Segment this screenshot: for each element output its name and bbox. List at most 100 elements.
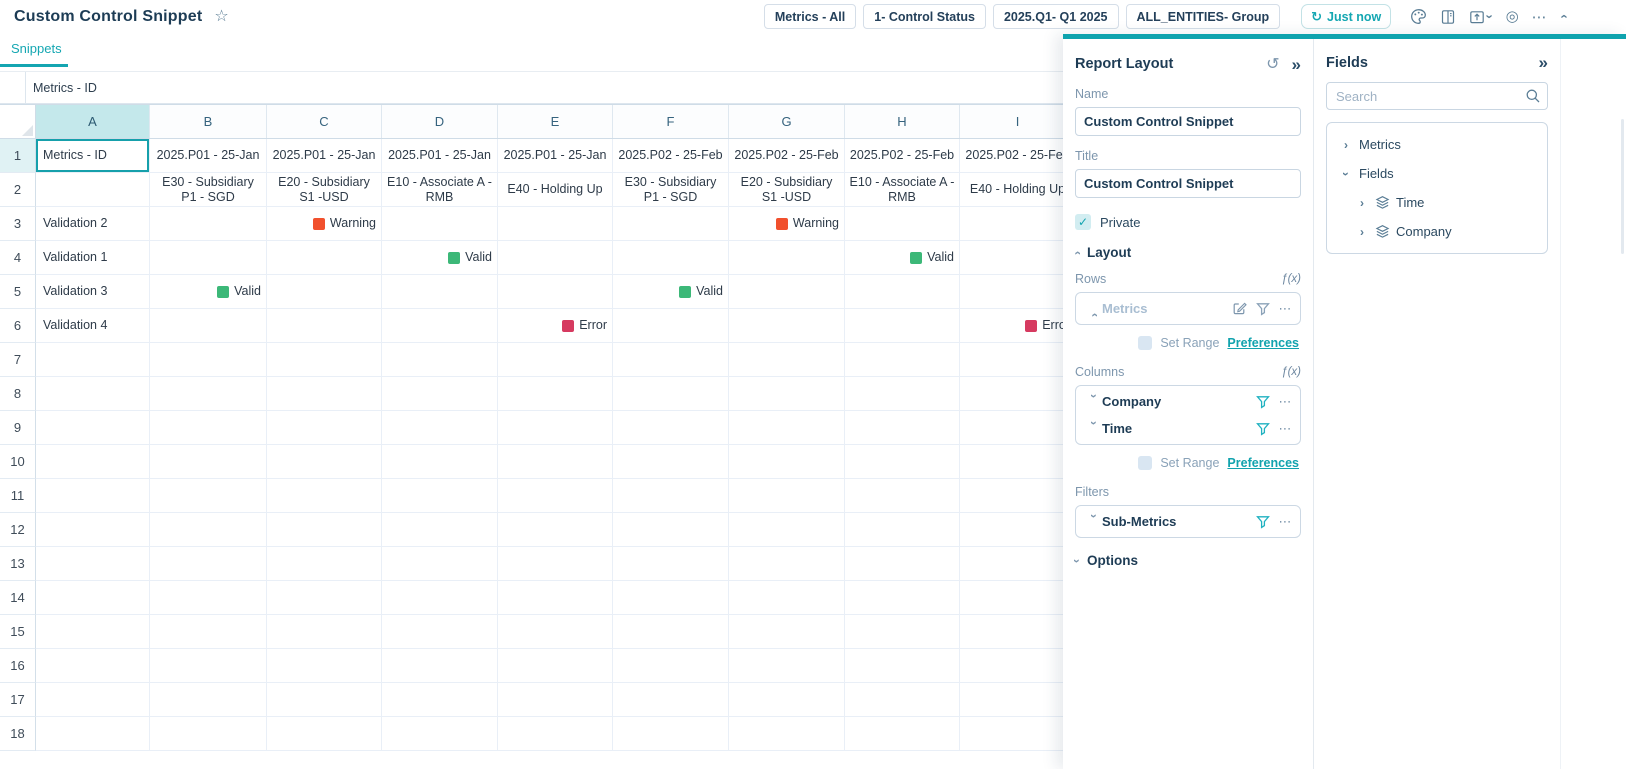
cell-D16[interactable] xyxy=(382,649,498,683)
column-header-I[interactable]: I xyxy=(960,105,1076,138)
cell-B3[interactable] xyxy=(150,207,267,241)
cell-F13[interactable] xyxy=(613,547,729,581)
row-header-18[interactable]: 18 xyxy=(0,717,36,751)
refresh-button[interactable]: ↻ Just now xyxy=(1301,4,1391,29)
cell-I7[interactable] xyxy=(960,343,1076,377)
field-more-icon[interactable]: ⋯ xyxy=(1279,301,1293,317)
cell-H14[interactable] xyxy=(845,581,960,615)
cell-A4[interactable]: Validation 1 xyxy=(36,241,150,275)
cell-G7[interactable] xyxy=(729,343,845,377)
cell-A13[interactable] xyxy=(36,547,150,581)
column-header-G[interactable]: G xyxy=(729,105,845,138)
row-header-2[interactable]: 2 xyxy=(0,173,36,207)
cell-H10[interactable] xyxy=(845,445,960,479)
cell-H6[interactable] xyxy=(845,309,960,343)
cell-B6[interactable] xyxy=(150,309,267,343)
cell-G12[interactable] xyxy=(729,513,845,547)
cell-H7[interactable] xyxy=(845,343,960,377)
cell-H15[interactable] xyxy=(845,615,960,649)
cell-H16[interactable] xyxy=(845,649,960,683)
theme-palette-icon[interactable] xyxy=(1410,8,1427,25)
cell-B17[interactable] xyxy=(150,683,267,717)
cell-B8[interactable] xyxy=(150,377,267,411)
cell-G11[interactable] xyxy=(729,479,845,513)
cell-I14[interactable] xyxy=(960,581,1076,615)
cell-H4[interactable]: Valid xyxy=(845,241,960,275)
cell-H8[interactable] xyxy=(845,377,960,411)
cell-E15[interactable] xyxy=(498,615,613,649)
cell-D2[interactable]: E10 - Associate A - RMB xyxy=(382,173,498,207)
cell-F14[interactable] xyxy=(613,581,729,615)
column-header-B[interactable]: B xyxy=(150,105,267,138)
cell-A6[interactable]: Validation 4 xyxy=(36,309,150,343)
cell-C10[interactable] xyxy=(267,445,382,479)
name-box[interactable] xyxy=(0,72,26,103)
cell-G16[interactable] xyxy=(729,649,845,683)
cell-H13[interactable] xyxy=(845,547,960,581)
row-header-16[interactable]: 16 xyxy=(0,649,36,683)
cell-E16[interactable] xyxy=(498,649,613,683)
edit-icon[interactable] xyxy=(1232,301,1247,316)
cell-E1[interactable]: 2025.P01 - 25-Jan xyxy=(498,139,613,173)
export-button[interactable]: › xyxy=(1469,9,1492,25)
cell-H3[interactable] xyxy=(845,207,960,241)
rows-preferences-link[interactable]: Preferences xyxy=(1227,336,1299,350)
name-input[interactable] xyxy=(1075,107,1301,136)
cell-F2[interactable]: E30 - Subsidiary P1 - SGD xyxy=(613,173,729,207)
tree-item-company[interactable]: ›Company xyxy=(1327,217,1547,246)
rows-fx-button[interactable]: ƒ(x) xyxy=(1281,273,1301,285)
rows-set-range-checkbox[interactable] xyxy=(1138,336,1152,350)
cell-A15[interactable] xyxy=(36,615,150,649)
cell-B18[interactable] xyxy=(150,717,267,751)
cell-A7[interactable] xyxy=(36,343,150,377)
scrollbar-thumb[interactable] xyxy=(1621,119,1624,254)
cell-D6[interactable] xyxy=(382,309,498,343)
fields-search-input[interactable] xyxy=(1326,82,1548,110)
cell-C13[interactable] xyxy=(267,547,382,581)
focus-eye-icon[interactable]: ◎ xyxy=(1506,9,1519,24)
collapse-fields-icon[interactable]: » xyxy=(1539,54,1548,71)
cell-I11[interactable] xyxy=(960,479,1076,513)
cell-G10[interactable] xyxy=(729,445,845,479)
cell-D5[interactable] xyxy=(382,275,498,309)
cell-B14[interactable] xyxy=(150,581,267,615)
cell-D15[interactable] xyxy=(382,615,498,649)
cell-I6[interactable]: Error xyxy=(960,309,1076,343)
cell-C3[interactable]: Warning xyxy=(267,207,382,241)
row-header-8[interactable]: 8 xyxy=(0,377,36,411)
columns-fx-button[interactable]: ƒ(x) xyxy=(1281,366,1301,378)
cell-G6[interactable] xyxy=(729,309,845,343)
title-input[interactable] xyxy=(1075,169,1301,198)
filter-funnel-icon[interactable] xyxy=(1256,302,1270,316)
cell-B9[interactable] xyxy=(150,411,267,445)
cell-E12[interactable] xyxy=(498,513,613,547)
cell-G1[interactable]: 2025.P02 - 25-Feb xyxy=(729,139,845,173)
cell-B12[interactable] xyxy=(150,513,267,547)
row-header-10[interactable]: 10 xyxy=(0,445,36,479)
cell-B15[interactable] xyxy=(150,615,267,649)
cell-F11[interactable] xyxy=(613,479,729,513)
cell-I5[interactable] xyxy=(960,275,1076,309)
row-header-1[interactable]: 1 xyxy=(0,139,36,173)
cell-I9[interactable] xyxy=(960,411,1076,445)
cell-H9[interactable] xyxy=(845,411,960,445)
cell-E8[interactable] xyxy=(498,377,613,411)
cell-F1[interactable]: 2025.P02 - 25-Feb xyxy=(613,139,729,173)
cell-G5[interactable] xyxy=(729,275,845,309)
row-header-15[interactable]: 15 xyxy=(0,615,36,649)
cell-G3[interactable]: Warning xyxy=(729,207,845,241)
cell-E17[interactable] xyxy=(498,683,613,717)
cell-B5[interactable]: Valid xyxy=(150,275,267,309)
export-dropdown-icon[interactable]: › xyxy=(1484,14,1497,18)
cell-C4[interactable] xyxy=(267,241,382,275)
cell-A11[interactable] xyxy=(36,479,150,513)
row-header-14[interactable]: 14 xyxy=(0,581,36,615)
cell-A12[interactable] xyxy=(36,513,150,547)
cell-G14[interactable] xyxy=(729,581,845,615)
cell-B13[interactable] xyxy=(150,547,267,581)
cell-A2[interactable] xyxy=(36,173,150,207)
cell-A1[interactable]: Metrics - ID xyxy=(36,139,150,173)
cell-D3[interactable] xyxy=(382,207,498,241)
search-icon[interactable] xyxy=(1525,88,1541,109)
cell-E14[interactable] xyxy=(498,581,613,615)
